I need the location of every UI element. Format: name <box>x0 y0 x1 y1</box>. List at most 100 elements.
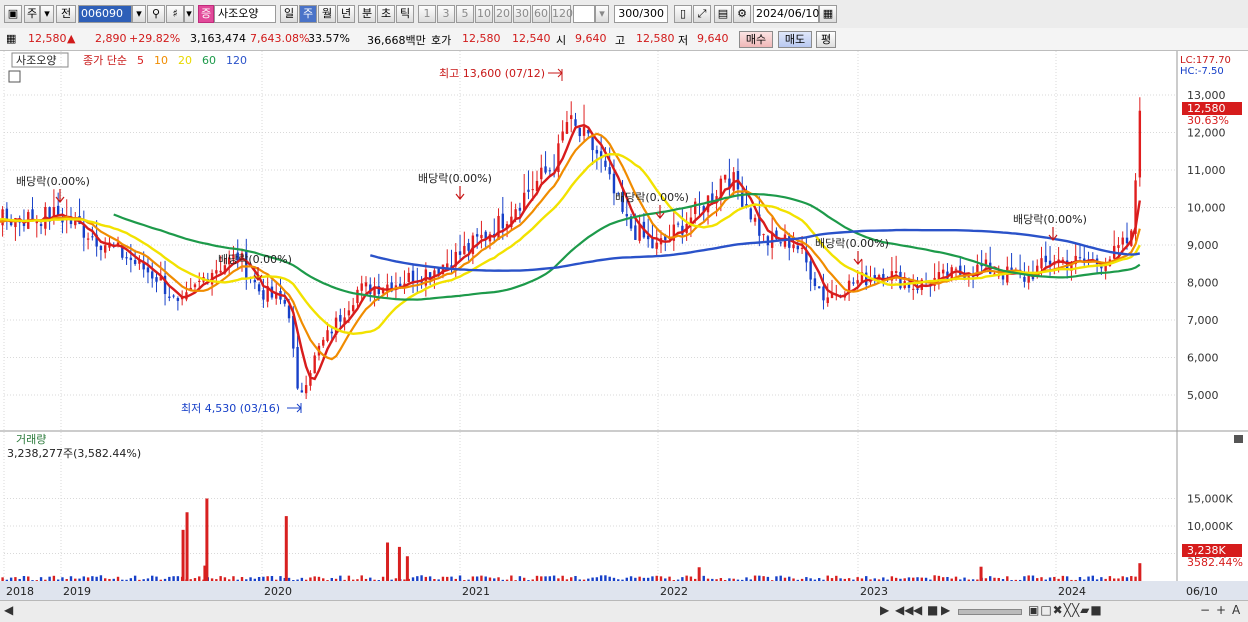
period-tab-minute[interactable]: 분 <box>358 5 376 23</box>
sell-button[interactable]: 매도 <box>778 31 812 48</box>
nav-stop-button[interactable]: ■ <box>927 603 938 617</box>
volume-bar <box>749 579 752 581</box>
volume-bar <box>411 577 415 581</box>
stock-code-input[interactable]: 006090 <box>78 5 132 23</box>
candle-body <box>1138 110 1142 178</box>
interval-button-30[interactable]: 30 <box>513 5 531 23</box>
gear-icon[interactable]: ⚙ <box>733 5 751 23</box>
volume-bar <box>912 577 915 581</box>
volume-bar <box>954 576 958 581</box>
price-chart[interactable]: 13,000 12,000 11,000 10,000 9,000 8,000 7,000 6… <box>0 51 1248 600</box>
period-type-dropdown-icon[interactable]: ▾ <box>40 5 54 23</box>
volume-bar <box>14 577 17 581</box>
ask-price: 12,580 <box>462 32 501 45</box>
data-count-input[interactable]: 300/300 <box>614 5 668 23</box>
period-tab-week[interactable]: 주 <box>299 5 317 23</box>
zoom-slider[interactable] <box>958 609 1022 615</box>
volume-bar <box>454 578 457 581</box>
volume-bar <box>869 579 872 581</box>
volume-bar <box>920 577 923 581</box>
nav-next-button[interactable]: ▶ <box>941 603 950 617</box>
period-tab-year[interactable]: 년 <box>337 5 355 23</box>
date-input[interactable]: 2024/06/10 <box>753 5 819 23</box>
volume-bar <box>753 575 757 581</box>
period-tab-month[interactable]: 월 <box>318 5 336 23</box>
legend-ma-5: 5 <box>137 54 144 67</box>
quote-settings-icon[interactable]: ▦ <box>6 32 16 45</box>
auto-scale-button[interactable]: A <box>1232 603 1240 617</box>
period-type-select[interactable]: 주 <box>24 5 40 23</box>
interval-button-120[interactable]: 120 <box>551 5 573 23</box>
custom-interval-input[interactable] <box>573 5 595 23</box>
volume-bar <box>514 580 517 581</box>
volume-bar <box>39 577 43 581</box>
interval-button-20[interactable]: 20 <box>494 5 512 23</box>
nav-first-button[interactable]: ◀◀ <box>895 603 913 617</box>
speaker-dropdown-icon[interactable]: ▾ <box>184 5 194 23</box>
volume-bar <box>205 498 209 581</box>
candle-body <box>796 245 800 250</box>
volume-bar <box>728 578 731 581</box>
candle-body <box>475 234 479 237</box>
volume-bar <box>313 576 316 581</box>
calendar-icon[interactable]: ▦ <box>819 5 837 23</box>
volume-bar <box>322 578 325 581</box>
interval-button-3[interactable]: 3 <box>437 5 455 23</box>
candlestick-icon[interactable]: ▯ <box>674 5 692 23</box>
period-tab-day[interactable]: 일 <box>280 5 298 23</box>
interval-button-10[interactable]: 10 <box>475 5 493 23</box>
volume-bar <box>334 578 338 581</box>
stock-code-dropdown-icon[interactable]: ▾ <box>132 5 146 23</box>
x-tick-label: 2020 <box>264 585 292 598</box>
volume-bar <box>783 577 787 581</box>
volume-tick-label: 10,000K <box>1187 520 1233 533</box>
interval-button-5[interactable]: 5 <box>456 5 474 23</box>
volume-bar <box>711 578 714 581</box>
volume-bar <box>758 575 761 581</box>
volume-bar <box>9 577 13 581</box>
interval-button-60[interactable]: 60 <box>532 5 550 23</box>
interval-button-1[interactable]: 1 <box>418 5 436 23</box>
scroll-right-icon[interactable]: ▶ <box>880 603 889 617</box>
volume-bar <box>467 579 470 581</box>
volume-bar <box>1027 575 1030 581</box>
custom-interval-dropdown-icon[interactable]: ▾ <box>595 5 609 23</box>
zoom-out-button[interactable]: − <box>1200 603 1210 617</box>
search-icon[interactable]: ⚲ <box>147 5 165 23</box>
candle-body <box>304 385 308 394</box>
volume-bar <box>638 576 641 581</box>
price-tick-label: 10,000 <box>1187 202 1226 215</box>
evaluate-button[interactable]: 평 <box>816 31 836 48</box>
zoom-in-button[interactable]: + <box>1216 603 1226 617</box>
volume-bar <box>582 579 586 581</box>
volume-bar <box>227 579 231 581</box>
view-mode-select[interactable]: 전 <box>56 5 76 23</box>
save-icon[interactable]: ▤ <box>714 5 732 23</box>
period-tab-second[interactable]: 초 <box>377 5 395 23</box>
volume-bar <box>852 579 855 581</box>
candle-body <box>1121 237 1124 245</box>
volume-bar <box>634 577 637 581</box>
zoom-icon[interactable]: ⤢ <box>693 5 711 23</box>
volume-bar <box>646 577 650 581</box>
speaker-icon[interactable]: ♯ <box>166 5 184 23</box>
volume-bar <box>882 577 885 581</box>
volume-bar <box>659 576 663 581</box>
dividend-mark-label: 배당락(0.00%) <box>16 175 90 188</box>
volume-bar <box>116 576 120 581</box>
period-tab-tick[interactable]: 틱 <box>396 5 414 23</box>
volume-bar <box>253 578 257 581</box>
volume-bar <box>1031 575 1035 581</box>
volume-bar <box>510 575 513 581</box>
volume-bar <box>1018 579 1022 581</box>
nav-prev-button[interactable]: ◀ <box>913 603 922 617</box>
buy-button[interactable]: 매수 <box>739 31 773 48</box>
candle-body <box>215 270 218 274</box>
drawing-tools-icon[interactable]: ▣□✖╳╳▰■ <box>1028 603 1103 617</box>
scroll-left-icon[interactable]: ◀ <box>4 603 13 617</box>
volume-bar <box>1104 578 1107 581</box>
volume-bar <box>65 579 68 581</box>
candle-body <box>531 189 534 191</box>
chart-window-icon[interactable]: ▣ <box>4 5 22 23</box>
volume-bar <box>390 579 393 581</box>
